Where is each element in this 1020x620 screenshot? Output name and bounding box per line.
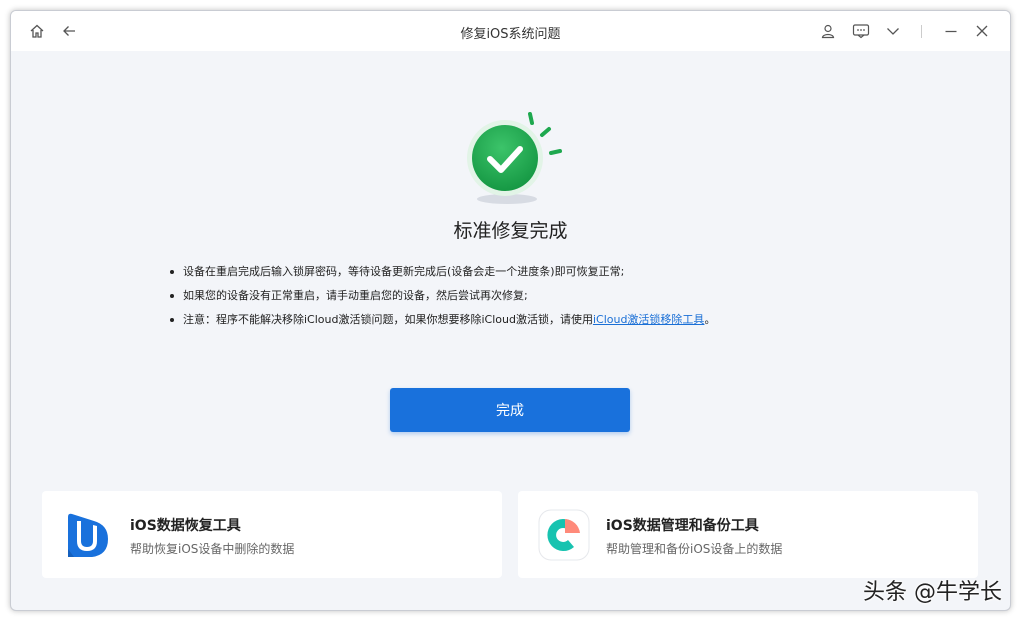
user-icon[interactable]	[818, 21, 838, 41]
completion-title: 标准修复完成	[453, 220, 568, 242]
product-title: iOS数据管理和备份工具	[606, 518, 759, 534]
titlebar-divider	[921, 25, 922, 38]
done-button[interactable]: 完成	[390, 388, 630, 432]
instructions-list: 设备在重启完成后输入锁屏密码，等待设备更新完成后(设备会走一个进度条)即可恢复正…	[168, 263, 868, 335]
product-title: iOS数据恢复工具	[130, 518, 241, 534]
instruction-item: 设备在重启完成后输入锁屏密码，等待设备更新完成后(设备会走一个进度条)即可恢复正…	[168, 263, 868, 287]
title-bar: 修复iOS系统问题	[11, 11, 1010, 51]
check-circle-icon	[461, 99, 571, 209]
icloud-unlock-tool-link[interactable]: iCloud激活锁移除工具	[593, 313, 704, 326]
product-subtitle: 帮助恢复iOS设备中删除的数据	[130, 542, 295, 556]
data-manager-app-icon	[538, 509, 590, 561]
product-card-data-recovery[interactable]: iOS数据恢复工具 帮助恢复iOS设备中删除的数据	[42, 491, 502, 578]
data-recovery-app-icon	[62, 509, 114, 561]
chevron-down-icon[interactable]	[883, 21, 903, 41]
watermark-text: 头条 @牛学长	[863, 580, 1002, 605]
product-card-data-manager[interactable]: iOS数据管理和备份工具 帮助管理和备份iOS设备上的数据	[518, 491, 978, 578]
product-subtitle: 帮助管理和备份iOS设备上的数据	[606, 542, 783, 556]
instruction-item: 如果您的设备没有正常重启，请手动重启您的设备，然后尝试再次修复;	[168, 287, 868, 311]
feedback-icon[interactable]	[851, 21, 871, 41]
app-window: 修复iOS系统问题 标准修复完成 设备在重启完成后输入锁屏密码，等待设备更新完成…	[10, 10, 1011, 611]
minimize-icon[interactable]	[941, 21, 961, 41]
close-icon[interactable]	[972, 21, 992, 41]
instruction-item: 注意：程序不能解决移除iCloud激活锁问题，如果你想要移除iCloud激活锁，…	[168, 311, 868, 335]
